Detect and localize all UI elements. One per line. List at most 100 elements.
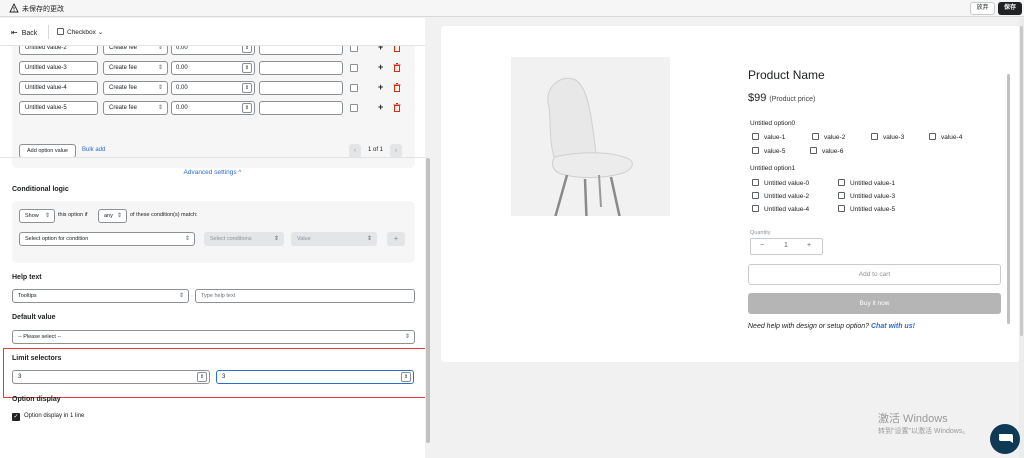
chat-link[interactable]: Chat with us! [871,323,915,330]
fee-select[interactable]: Create fee ⇕ [103,81,168,95]
preview-checkbox[interactable]: value-6 [810,147,843,155]
stepper-icon[interactable]: ⇕ [242,103,252,113]
scroll-thumb[interactable] [1007,74,1010,324]
preview-checkbox[interactable]: value-4 [929,133,962,141]
limit-min-input[interactable]: 3 ⇕ [12,370,210,384]
condition-text: this option if [58,212,88,218]
product-price: $99 (Product price) [748,92,816,104]
add-condition-button[interactable]: + [387,232,405,246]
checkbox-icon [57,28,64,35]
preview-checkbox[interactable]: value-1 [752,133,785,141]
divider [48,25,49,39]
conditional-logic-box: Show ⇕ this option if any ⇕ of these condi… [12,201,415,263]
advanced-settings-toggle[interactable]: Advanced settings ^ [0,169,425,176]
page-scrollbar[interactable] [1019,18,1024,458]
checkmark-icon: ✓ [12,413,20,421]
condition-option-select[interactable]: Select option for condition ⇕ [19,232,195,246]
add-option-value-button[interactable]: Add option value [19,144,76,158]
buy-now-button[interactable]: Buy it now [748,293,1001,314]
scroll-thumb[interactable] [426,158,430,443]
add-to-cart-button[interactable]: Add to cart [748,264,1001,285]
divider [0,157,425,158]
chat-button[interactable] [990,424,1020,454]
discard-button[interactable]: 放弃 [970,2,995,15]
preview-checkbox[interactable]: Untitled value-2 [752,192,809,200]
show-hide-select[interactable]: Show ⇕ [19,209,55,223]
default-checkbox[interactable] [350,104,358,112]
help-text-type-select[interactable]: Tooltips ⇕ [12,289,189,303]
default-checkbox[interactable] [350,64,358,72]
option-type-select[interactable]: Checkbox ⌄ [57,28,103,36]
windows-watermark-text: 转到"设置"以激活 Windows。 [878,428,970,435]
stepper-icon[interactable]: ⇕ [401,372,411,382]
chevron-updown-icon: ⇕ [44,213,50,219]
price-input[interactable]: 0.00 ⇕ [171,61,255,75]
unsaved-changes-title: 未保存的更改 [22,6,64,13]
preview-checkbox[interactable]: value-5 [752,147,785,155]
price-input[interactable]: 0.00 ⇕ [171,81,255,95]
conditional-logic-title: Conditional logic [12,186,69,193]
next-page-icon[interactable]: › [390,144,402,158]
condition-text: of these condition(s) match: [130,212,198,218]
back-arrow-icon: ⇤ [11,28,18,37]
help-text-input[interactable]: Type help text [195,289,415,303]
preview-checkbox[interactable]: value-2 [812,133,845,141]
default-checkbox[interactable] [350,84,358,92]
chevron-updown-icon: ⇕ [157,105,163,111]
value-text-input[interactable] [259,61,343,75]
fee-select[interactable]: Create fee ⇕ [103,101,168,115]
bulk-add-link[interactable]: Bulk add [82,147,105,153]
product-image [511,57,670,232]
option-display-checkbox[interactable]: ✓ Option display in 1 line [12,413,84,421]
plus-icon[interactable]: + [807,242,811,249]
value-text-input[interactable] [259,81,343,95]
option-values-box: Untitled value-2 Create fee ⇕ 0.00 ⇕ + Unt… [12,38,415,168]
condition-operator-select[interactable]: Select conditions ⇕ [204,232,284,246]
preview-checkbox[interactable]: value-3 [871,133,904,141]
preview-checkbox[interactable]: Untitled value-4 [752,205,809,213]
help-text: Need help with design or setup option? C… [748,323,915,330]
preview-checkbox[interactable]: Untitled value-0 [752,179,809,187]
option-group-title: Untitled option0 [750,120,796,127]
option-display-title: Option display [12,396,61,403]
minus-icon[interactable]: − [760,242,764,249]
trash-icon[interactable] [393,83,401,92]
condition-value-select[interactable]: Value ⇕ [291,232,377,246]
option-group-title: Untitled option1 [750,165,796,172]
preview-checkbox[interactable]: Untitled value-1 [838,179,895,187]
left-scrollbar[interactable] [425,18,431,458]
chat-bubble-icon [999,434,1013,443]
stepper-icon[interactable]: ⇕ [242,83,252,93]
any-all-select[interactable]: any ⇕ [98,209,127,223]
plus-icon[interactable]: + [378,102,383,112]
help-text-title: Help text [12,274,42,281]
top-bar: 未保存的更改 放弃 保存 [0,0,1024,17]
value-name-input[interactable]: Untitled value-5 [19,101,98,115]
fee-select[interactable]: Create fee ⇕ [103,61,168,75]
warning-icon [9,3,19,13]
plus-icon[interactable]: + [378,82,383,92]
chevron-updown-icon: ⇕ [178,293,184,299]
page-indicator: 1 of 1 [367,147,383,153]
preview-checkbox[interactable]: Untitled value-5 [838,205,895,213]
quantity-stepper[interactable]: − 1 + [750,238,823,255]
value-text-input[interactable] [259,101,343,115]
save-button[interactable]: 保存 [998,2,1022,15]
trash-icon[interactable] [393,103,401,112]
stepper-icon[interactable]: ⇕ [242,63,252,73]
trash-icon[interactable] [393,63,401,72]
scroll-thumb[interactable] [1020,26,1023,336]
stepper-icon[interactable]: ⇕ [197,372,207,382]
chevron-updown-icon: ⇕ [404,334,410,340]
back-button[interactable]: ⇤ Back [11,28,37,37]
preview-scrollbar[interactable] [1007,64,1011,334]
limit-max-input[interactable]: 3 ⇕ [216,370,414,384]
value-name-input[interactable]: Untitled value-3 [19,61,98,75]
plus-icon[interactable]: + [378,62,383,72]
price-input[interactable]: 0.00 ⇕ [171,101,255,115]
default-value-select[interactable]: -- Please select -- ⇕ [12,330,415,344]
preview-checkbox[interactable]: Untitled value-3 [838,192,895,200]
value-name-input[interactable]: Untitled value-4 [19,81,98,95]
settings-panel: Untitled value-2 Create fee ⇕ 0.00 ⇕ + Unt… [0,18,431,458]
prev-page-icon[interactable]: ‹ [349,144,361,158]
